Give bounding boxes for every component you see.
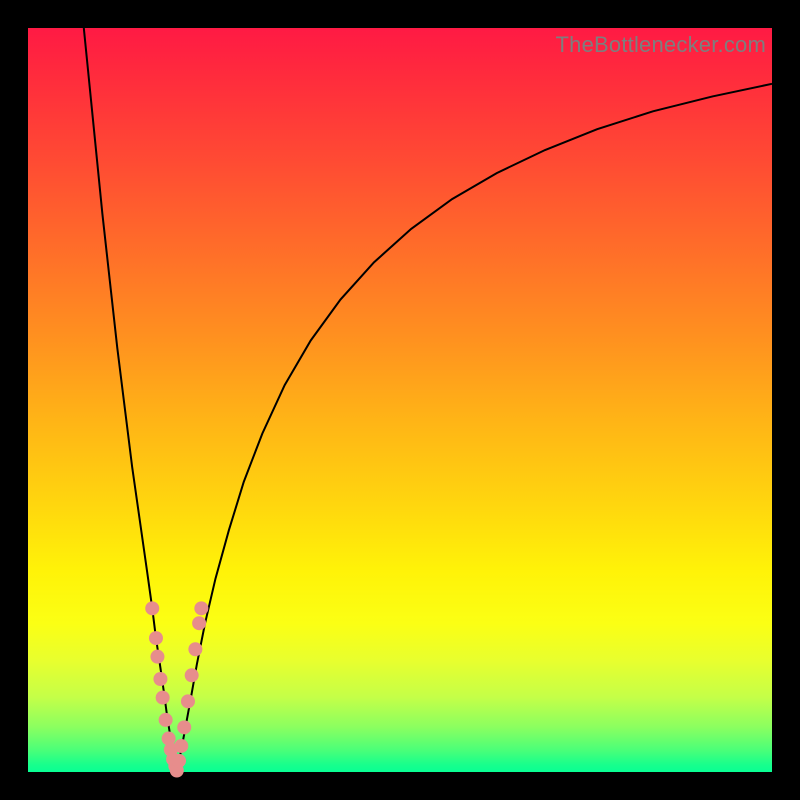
highlight-dot <box>156 691 170 705</box>
right-curve <box>177 84 772 772</box>
highlight-dot <box>185 668 199 682</box>
chart-svg <box>28 28 772 772</box>
highlight-dot <box>188 642 202 656</box>
highlight-dot <box>149 631 163 645</box>
highlight-dot <box>150 650 164 664</box>
highlight-dot <box>194 601 208 615</box>
highlight-dot <box>174 739 188 753</box>
highlight-dot <box>181 694 195 708</box>
highlight-dot <box>192 616 206 630</box>
plot-area: TheBottlenecker.com <box>28 28 772 772</box>
chart-frame: TheBottlenecker.com <box>0 0 800 800</box>
highlight-dot <box>172 754 186 768</box>
highlight-dot <box>177 720 191 734</box>
highlight-dot <box>159 713 173 727</box>
highlight-dot <box>153 672 167 686</box>
highlight-dot <box>145 601 159 615</box>
